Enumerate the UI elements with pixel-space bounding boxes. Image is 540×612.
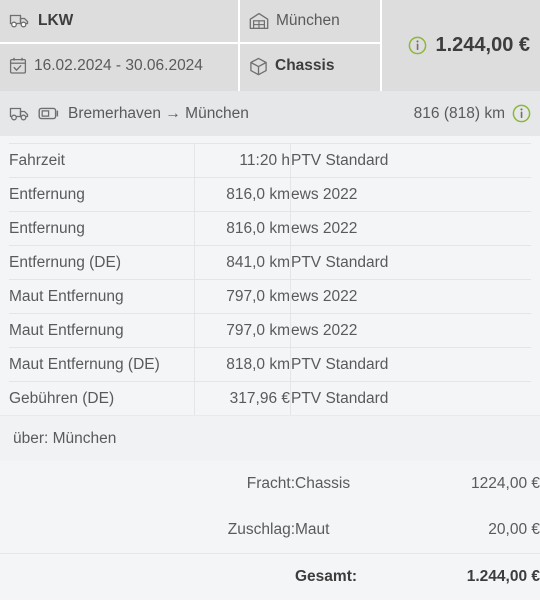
cost-label: Zuschlag: [227,521,295,538]
detail-name: Maut Entfernung (DE) [9,347,195,382]
cost-summary-table: Fracht: Chassis 1224,00 € Zuschlag: Maut… [0,461,540,600]
cost-summary-body: Fracht: Chassis 1224,00 € Zuschlag: Maut… [0,461,540,600]
location-cell[interactable]: München [240,0,380,44]
details-table-section: Fahrzeit 11:20 h PTV Standard Entfernung… [0,136,540,415]
summary-header: LKW 16.02.2024 - 30.06.2024 München Chas… [0,0,540,91]
detail-source: PTV Standard [290,245,531,280]
detail-name: Maut Entfernung [9,313,195,348]
detail-value: 11:20 h [194,143,291,178]
cargo-type-label: Chassis [275,57,335,74]
date-range-cell[interactable]: 16.02.2024 - 30.06.2024 [0,44,238,88]
vehicle-type-cell[interactable]: LKW [0,0,238,44]
detail-name: Entfernung [9,177,195,212]
cost-kind: Chassis [295,475,351,492]
route-distance-label: 816 (818) km [413,104,505,122]
detail-source: ews 2022 [290,279,531,314]
container-icon [38,106,60,121]
info-icon[interactable] [408,36,427,55]
table-row: Maut Entfernung 797,0 km ews 2022 [9,313,531,348]
via-label: über: München [13,429,117,447]
details-table-body: Fahrzeit 11:20 h PTV Standard Entfernung… [9,143,531,415]
table-row: Entfernung (DE) 841,0 km PTV Standard [9,245,531,280]
truck-icon [9,106,31,122]
table-row: Entfernung 816,0 km ews 2022 [9,177,531,212]
truck-icon [9,13,31,29]
detail-value: 841,0 km [194,245,291,280]
table-row: Gebühren (DE) 317,96 € PTV Standard [9,381,531,415]
date-range-label: 16.02.2024 - 30.06.2024 [34,57,203,74]
cost-total-label: Gesamt: [295,553,415,600]
detail-value: 797,0 km [194,279,291,314]
detail-value: 818,0 km [194,347,291,382]
warehouse-icon [249,12,269,30]
vehicle-type-label: LKW [38,12,74,29]
cube-icon [249,57,268,76]
detail-source: PTV Standard [290,381,531,415]
detail-name: Entfernung [9,211,195,246]
table-row: Fahrzeit 11:20 h PTV Standard [9,143,531,178]
cost-row: Zuschlag: Maut 20,00 € [0,507,540,554]
detail-source: PTV Standard [290,143,531,178]
info-icon[interactable] [512,104,531,123]
details-table: Fahrzeit 11:20 h PTV Standard Entfernung… [9,143,531,415]
total-price-value: 1.244,00 € [435,34,530,56]
via-row: über: München [0,415,540,461]
table-row: Maut Entfernung (DE) 818,0 km PTV Standa… [9,347,531,382]
detail-value: 317,96 € [194,381,291,415]
cargo-type-cell[interactable]: Chassis [240,44,380,88]
detail-source: ews 2022 [290,177,531,212]
detail-name: Gebühren (DE) [9,381,195,415]
route-label: Bremerhaven → München [68,104,249,122]
cost-total-row: Gesamt: 1.244,00 € [0,553,540,600]
detail-name: Entfernung (DE) [9,245,195,280]
detail-name: Fahrzeit [9,143,195,178]
detail-source: PTV Standard [290,347,531,382]
cost-amount: 1224,00 € [471,475,540,492]
header-left-column: LKW 16.02.2024 - 30.06.2024 [0,0,238,91]
cost-total-amount: 1.244,00 € [415,553,540,600]
detail-value: 816,0 km [194,211,291,246]
cost-label: Fracht: [246,475,295,492]
location-label: München [276,12,340,29]
cost-summary-section: Fracht: Chassis 1224,00 € Zuschlag: Maut… [0,461,540,600]
cost-row: Fracht: Chassis 1224,00 € [0,461,540,507]
table-row: Maut Entfernung 797,0 km ews 2022 [9,279,531,314]
cost-kind: Maut [295,521,330,538]
detail-source: ews 2022 [290,211,531,246]
header-middle-column: München Chassis [238,0,380,91]
cost-total-spacer [0,553,295,600]
calendar-check-icon [9,57,27,75]
detail-source: ews 2022 [290,313,531,348]
detail-value: 816,0 km [194,177,291,212]
price-cell[interactable]: 1.244,00 € [380,0,540,91]
route-summary-row[interactable]: Bremerhaven → München 816 (818) km [0,91,540,136]
detail-name: Maut Entfernung [9,279,195,314]
cost-amount: 20,00 € [488,521,540,538]
table-row: Entfernung 816,0 km ews 2022 [9,211,531,246]
detail-value: 797,0 km [194,313,291,348]
